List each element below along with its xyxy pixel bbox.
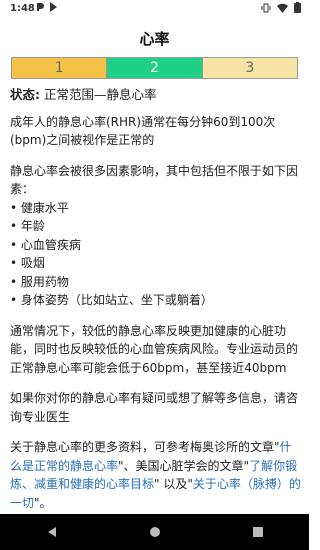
battery-icon [294,2,301,16]
list-item: 心血管疾病 [10,236,302,255]
back-button[interactable] [37,517,67,547]
vibrate-icon [261,3,271,16]
recents-button[interactable] [243,517,273,547]
navigation-bar [0,514,309,550]
list-item: 吸烟 [10,254,302,273]
recents-icon [252,527,263,537]
notification-icon [36,2,45,15]
normal-range-paragraph: 成年人的静息心率(RHR)通常在每分钟60到100次(bpm)之间被视作是正常的 [10,114,276,148]
play-store-icon [49,2,58,15]
references-paragraph: 关于静息心率的更多资料，可参考梅奥诊所的文章"什么是正常的静息心率"、美国心脏学… [10,438,302,512]
home-icon [149,527,160,537]
level-3: 3 [202,58,297,78]
list-item: 服用药物 [10,273,302,292]
list-item: 年龄 [10,217,302,236]
back-icon [47,527,56,537]
status-label: 状态: [10,87,40,102]
level-2: 2 [107,58,203,78]
list-item: 健康水平 [10,199,302,218]
factors-list: 健康水平 年龄 心血管疾病 吸烟 服用药物 身体姿势（比如站立、坐下或躺着） [10,199,302,310]
home-button[interactable] [140,517,170,547]
factors-intro: 静息心率会被很多因素影响，其中包括但不限于如下因素： [10,163,299,197]
refs-text: "、美国心脏学会的文章" [118,458,250,473]
wifi-icon [277,3,288,16]
status-value: 正常范围—静息心率 [40,87,157,102]
health-paragraph: 通常情况下，较低的静息心率反映更加健康的心脏功能，同时也反映较低的心血管疾病风险… [10,323,299,375]
status-time: 1:48 [10,3,35,14]
refs-text: " 以及" [154,477,193,491]
heart-rate-info: 状态: 正常范围—静息心率 成年人的静息心率(RHR)通常在每分钟60到100次… [10,86,302,524]
heart-rate-level-bar: 1 2 3 [11,57,298,79]
refs-text: "。 [34,495,52,510]
status-right-icons [261,2,301,16]
consult-paragraph: 如果你对你的静息心率有疑问或想了解等多信息，请咨询专业医生 [10,391,299,424]
status-bar: 1:48 [0,0,309,18]
refs-text: 关于静息心率的更多资料，可参考梅奥诊所的文章" [10,440,280,454]
page-title: 心率 [139,30,170,48]
list-item: 身体姿势（比如站立、坐下或躺着） [10,291,302,310]
status-line: 状态: 正常范围—静息心率 [10,86,302,105]
level-1: 1 [12,58,108,78]
